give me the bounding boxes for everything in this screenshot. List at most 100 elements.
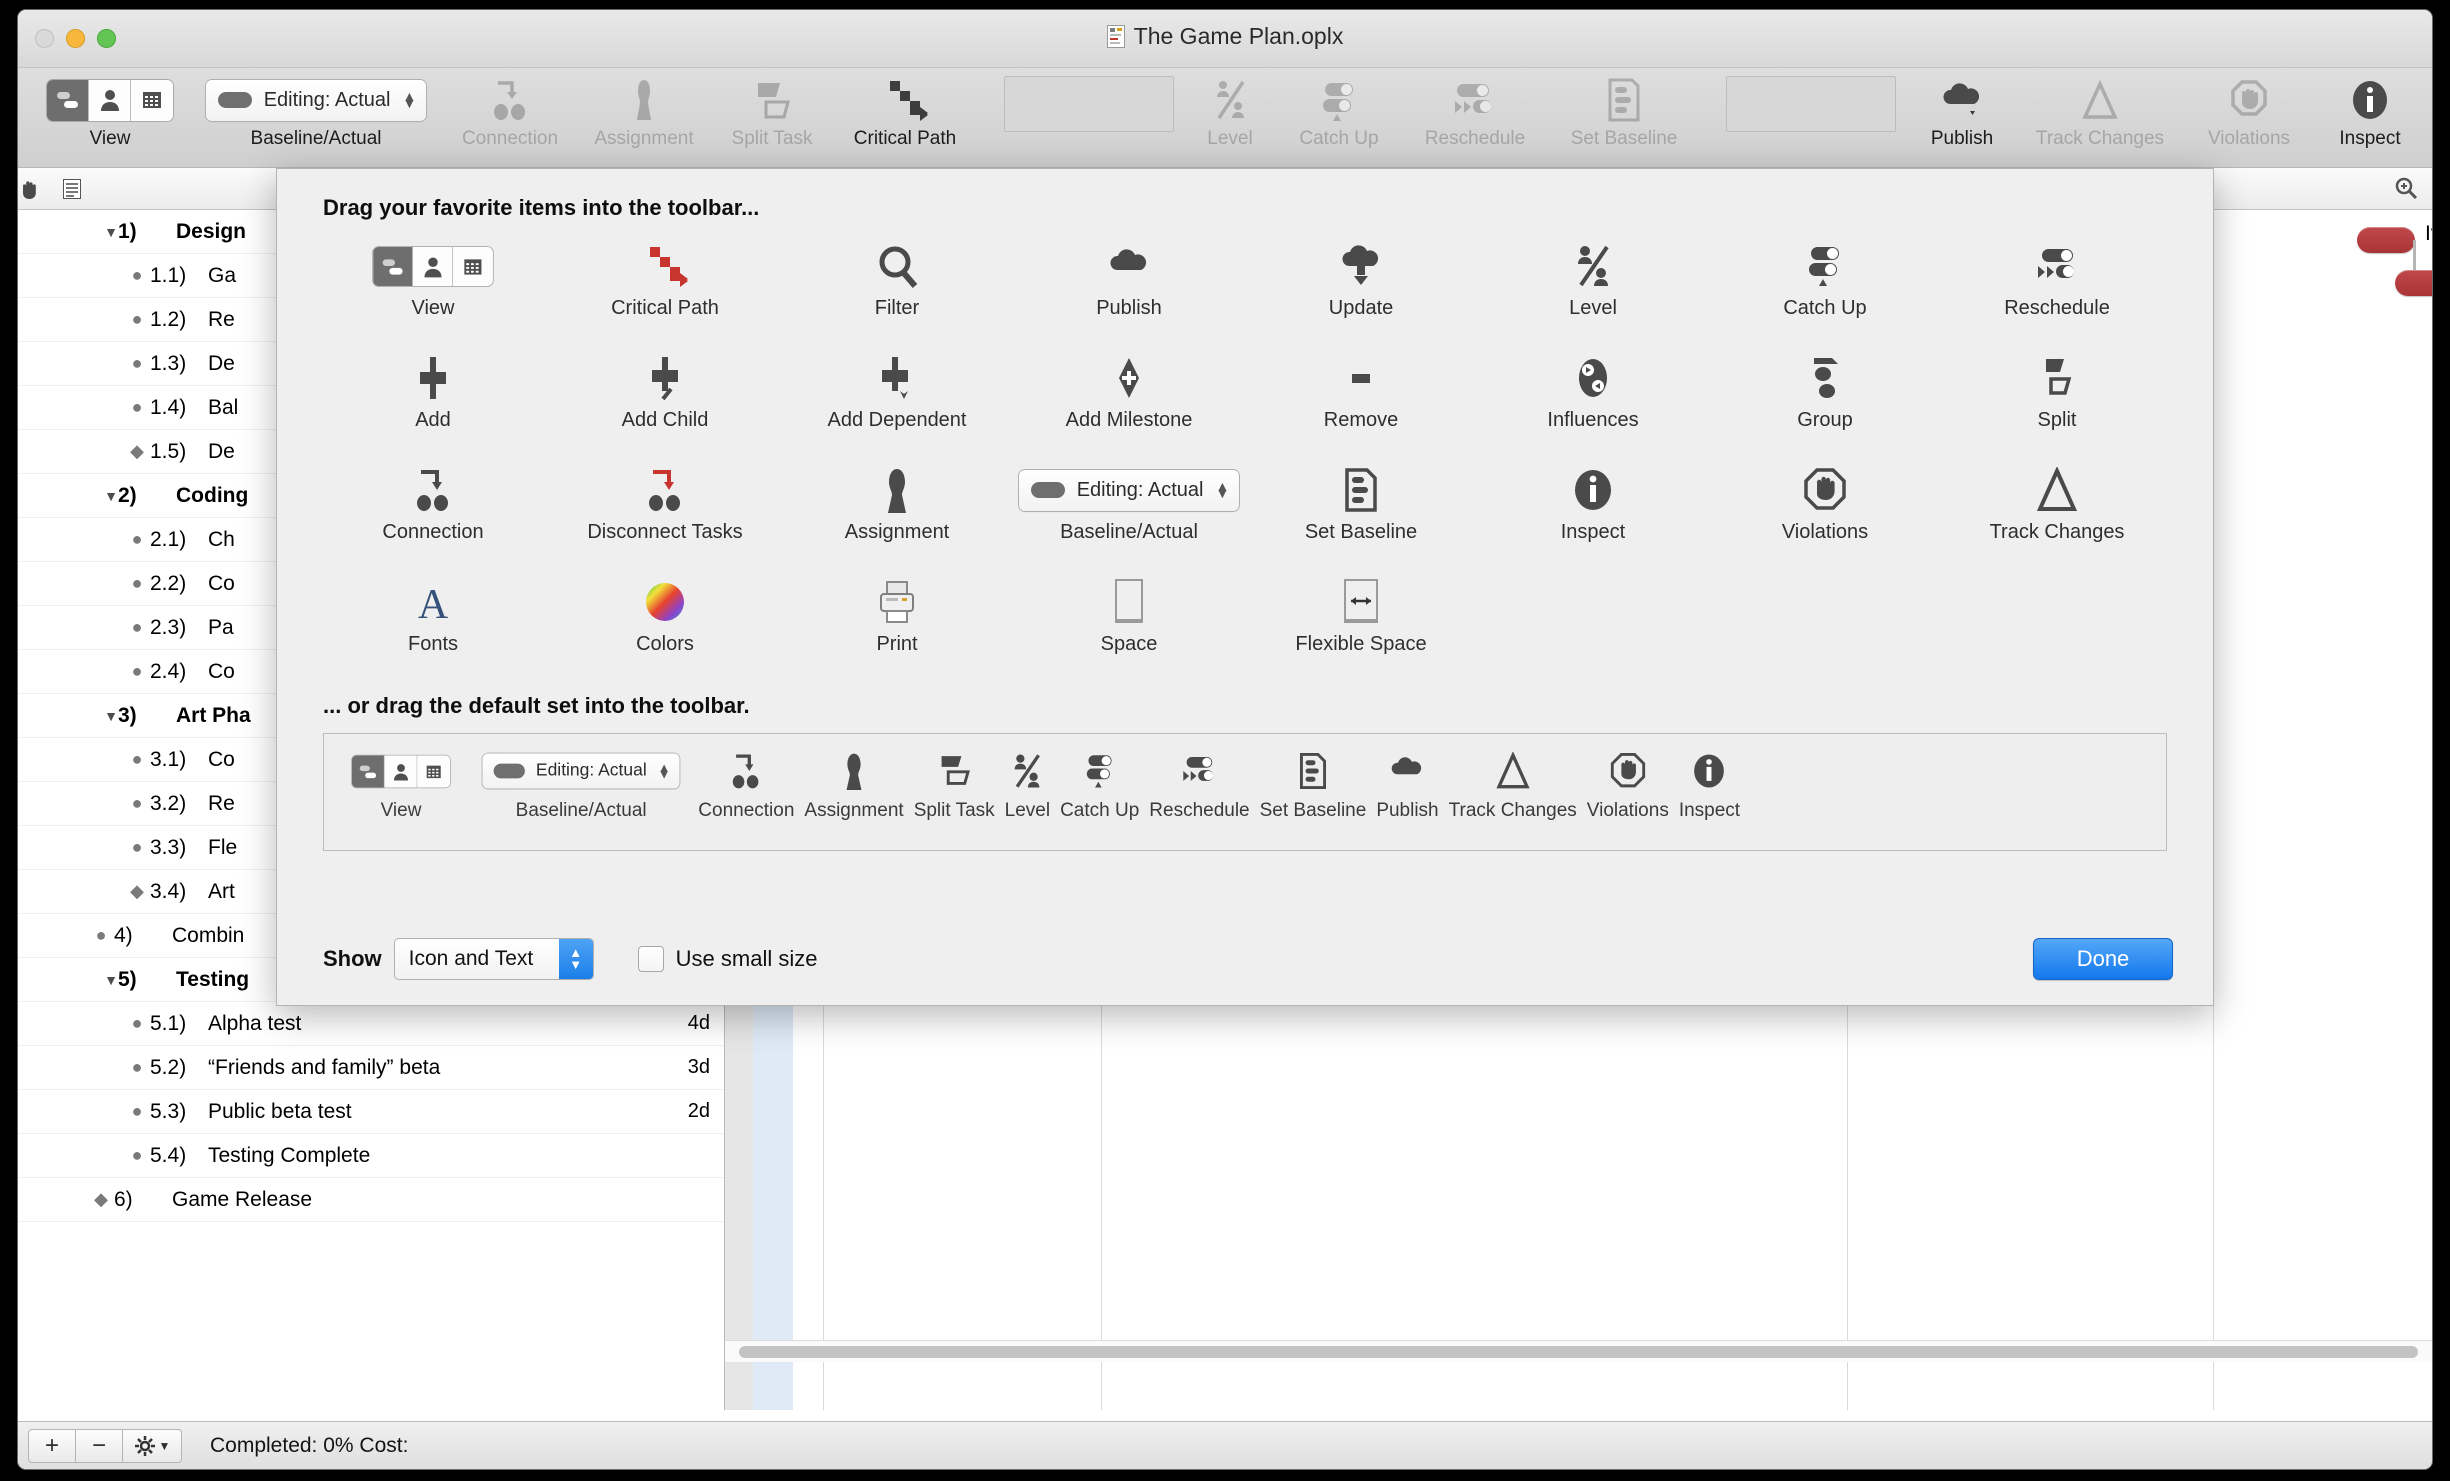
default-set-item-label: Publish <box>1376 800 1439 821</box>
palette-item-add[interactable]: Add <box>317 347 549 451</box>
palette-item-baseline-actual[interactable]: Editing: Actual ▲ ▼ Baseline/Actual <box>1013 459 1245 563</box>
track-changes-icon <box>1494 746 1532 796</box>
palette-item-group[interactable]: Group <box>1709 347 1941 451</box>
default-toolbar-set[interactable]: View Editing: Actual ▲ ▼ Baseline/Actual Conn… <box>323 733 2167 851</box>
toolbar-item-reschedule[interactable]: Reschedule <box>1410 76 1540 150</box>
palette-item-remove[interactable]: Remove <box>1245 347 1477 451</box>
palette-item-assignment[interactable]: Assignment <box>781 459 1013 563</box>
palette-item-filter[interactable]: Filter <box>781 235 1013 339</box>
palette-item-connection[interactable]: Connection <box>317 459 549 563</box>
remove-task-button[interactable]: − <box>75 1428 123 1463</box>
disclosure-triangle-icon[interactable]: ▼ <box>88 972 118 988</box>
palette-item-inspect[interactable]: Inspect <box>1477 459 1709 563</box>
done-button[interactable]: Done <box>2033 938 2173 980</box>
palette-item-split[interactable]: Split <box>1941 347 2173 451</box>
palette-item-add-dependent[interactable]: Add Dependent <box>781 347 1013 451</box>
palette-item-label: Split <box>2037 409 2077 431</box>
zoom-in-icon[interactable] <box>2394 176 2418 200</box>
baseline-actual-popup[interactable]: Editing: Actual ▲ ▼ <box>205 79 427 121</box>
toolbar-item-set-baseline[interactable]: Set Baseline <box>1556 76 1692 150</box>
toolbar-item-level[interactable]: Level <box>1192 76 1268 150</box>
task-bullet-icon: ● <box>131 265 143 285</box>
default-set-item-baseline-actual[interactable]: Editing: Actual ▲ ▼ Baseline/Actual <box>474 746 688 822</box>
palette-item-update[interactable]: Update <box>1245 235 1477 339</box>
toolbar-item-connection[interactable]: Connection <box>452 76 568 150</box>
toolbar-item-split-task[interactable]: Split Task <box>720 76 824 150</box>
table-row[interactable]: ● 5.1) Alpha test 4d <box>18 1002 724 1046</box>
palette-item-fonts[interactable]: A Fonts <box>317 571 549 675</box>
default-set-item-level[interactable]: Level <box>1005 746 1050 822</box>
table-row[interactable]: ● 5.4) Testing Complete <box>18 1134 724 1178</box>
default-set-item-reschedule[interactable]: Reschedule <box>1149 746 1250 822</box>
row-number: 1.4) <box>150 395 187 419</box>
toolbar-item-inspect[interactable]: Inspect <box>2324 76 2416 150</box>
gantt-bar[interactable] <box>2395 270 2432 296</box>
toolbar-item-view[interactable]: View <box>40 76 180 150</box>
palette-item-add-child[interactable]: Add Child <box>549 347 781 451</box>
scrollbar-thumb[interactable] <box>739 1346 2418 1358</box>
table-row[interactable]: ● 5.2) “Friends and family” beta 3d <box>18 1046 724 1090</box>
baseline-actual-popup[interactable]: Editing: Actual ▲ ▼ <box>1018 469 1240 511</box>
task-bullet-icon: ● <box>131 793 143 813</box>
palette-item-critical-path[interactable]: Critical Path <box>549 235 781 339</box>
toolbar-item-baseline-actual[interactable]: Editing: Actual ▲ ▼ Baseline/Actual <box>196 76 436 150</box>
row-number: 5.4) <box>150 1143 187 1167</box>
view-segmented-icon[interactable] <box>47 79 173 121</box>
toolbar-item-publish[interactable]: Publish <box>1914 76 2010 150</box>
default-set-item-connection[interactable]: Connection <box>698 746 794 822</box>
palette-item-flexible-space[interactable]: Flexible Space <box>1245 571 1477 675</box>
default-set-item-view[interactable]: View <box>338 746 464 822</box>
baseline-actual-popup[interactable]: Editing: Actual ▲ ▼ <box>482 753 680 789</box>
use-small-size-checkbox[interactable] <box>637 946 664 972</box>
default-set-item-split-task[interactable]: Split Task <box>914 746 995 822</box>
disclosure-triangle-icon[interactable]: ▼ <box>88 224 118 240</box>
palette-item-catch-up[interactable]: Catch Up <box>1709 235 1941 339</box>
space-icon <box>1115 571 1143 633</box>
disclosure-triangle-icon[interactable]: ▼ <box>88 708 118 724</box>
palette-item-level[interactable]: Level <box>1477 235 1709 339</box>
palette-item-print[interactable]: Print <box>781 571 1013 675</box>
palette-item-violations[interactable]: Violations <box>1709 459 1941 563</box>
view-gantt-segment[interactable] <box>47 79 89 121</box>
show-select[interactable]: Icon and Text ▲ ▼ <box>393 938 594 980</box>
toolbar-item-track-changes[interactable]: Track Changes <box>2026 76 2174 150</box>
palette-item-reschedule[interactable]: Reschedule <box>1941 235 2173 339</box>
level-icon <box>1210 78 1250 122</box>
disclosure-triangle-icon[interactable]: ▼ <box>88 488 118 504</box>
default-set-item-catch-up[interactable]: Catch Up <box>1060 746 1139 822</box>
palette-item-view[interactable]: View <box>317 235 549 339</box>
table-row[interactable]: ◆ 6) Game Release <box>18 1178 724 1222</box>
toolbar-item-violations[interactable]: Violations <box>2190 76 2308 150</box>
toolbar-item-assignment[interactable]: Assignment <box>584 76 704 150</box>
toolbar-label-critical-path: Critical Path <box>853 128 957 149</box>
use-small-size-row[interactable]: Use small size <box>637 946 817 972</box>
note-icon[interactable] <box>62 178 100 200</box>
default-set-item-assignment[interactable]: Assignment <box>804 746 904 822</box>
palette-item-track-changes[interactable]: Track Changes <box>1941 459 2173 563</box>
gantt-bar[interactable] <box>2357 227 2415 253</box>
row-number: 2.1) <box>150 527 187 551</box>
horizontal-scrollbar[interactable] <box>725 1340 2432 1362</box>
add-task-button[interactable]: + <box>28 1428 76 1463</box>
palette-item-space[interactable]: Space <box>1013 571 1245 675</box>
toolbar-item-critical-path[interactable]: Critical Path <box>840 76 970 150</box>
default-set-item-label: View <box>380 800 422 821</box>
palette-item-colors[interactable]: Colors <box>549 571 781 675</box>
view-calendar-segment[interactable] <box>131 79 173 121</box>
default-set-item-track-changes[interactable]: Track Changes <box>1449 746 1577 822</box>
hand-icon[interactable] <box>18 178 62 200</box>
palette-item-influences[interactable]: Influences <box>1477 347 1709 451</box>
default-set-item-inspect[interactable]: Inspect <box>1679 746 1740 822</box>
view-resource-segment[interactable] <box>89 79 131 121</box>
toolbar-item-catch-up[interactable]: Catch Up <box>1284 76 1394 150</box>
palette-item-add-milestone[interactable]: Add Milestone <box>1013 347 1245 451</box>
palette-item-publish[interactable]: Publish <box>1013 235 1245 339</box>
default-set-item-violations[interactable]: Violations <box>1587 746 1669 822</box>
palette-item-set-baseline[interactable]: Set Baseline <box>1245 459 1477 563</box>
default-set-item-publish[interactable]: Publish <box>1376 746 1439 822</box>
row-title: Alpha test <box>208 1011 302 1035</box>
table-row[interactable]: ● 5.3) Public beta test 2d <box>18 1090 724 1134</box>
default-set-item-set-baseline[interactable]: Set Baseline <box>1260 746 1366 822</box>
palette-item-disconnect-tasks[interactable]: Disconnect Tasks <box>549 459 781 563</box>
action-gear-button[interactable]: ▼ <box>122 1428 182 1463</box>
